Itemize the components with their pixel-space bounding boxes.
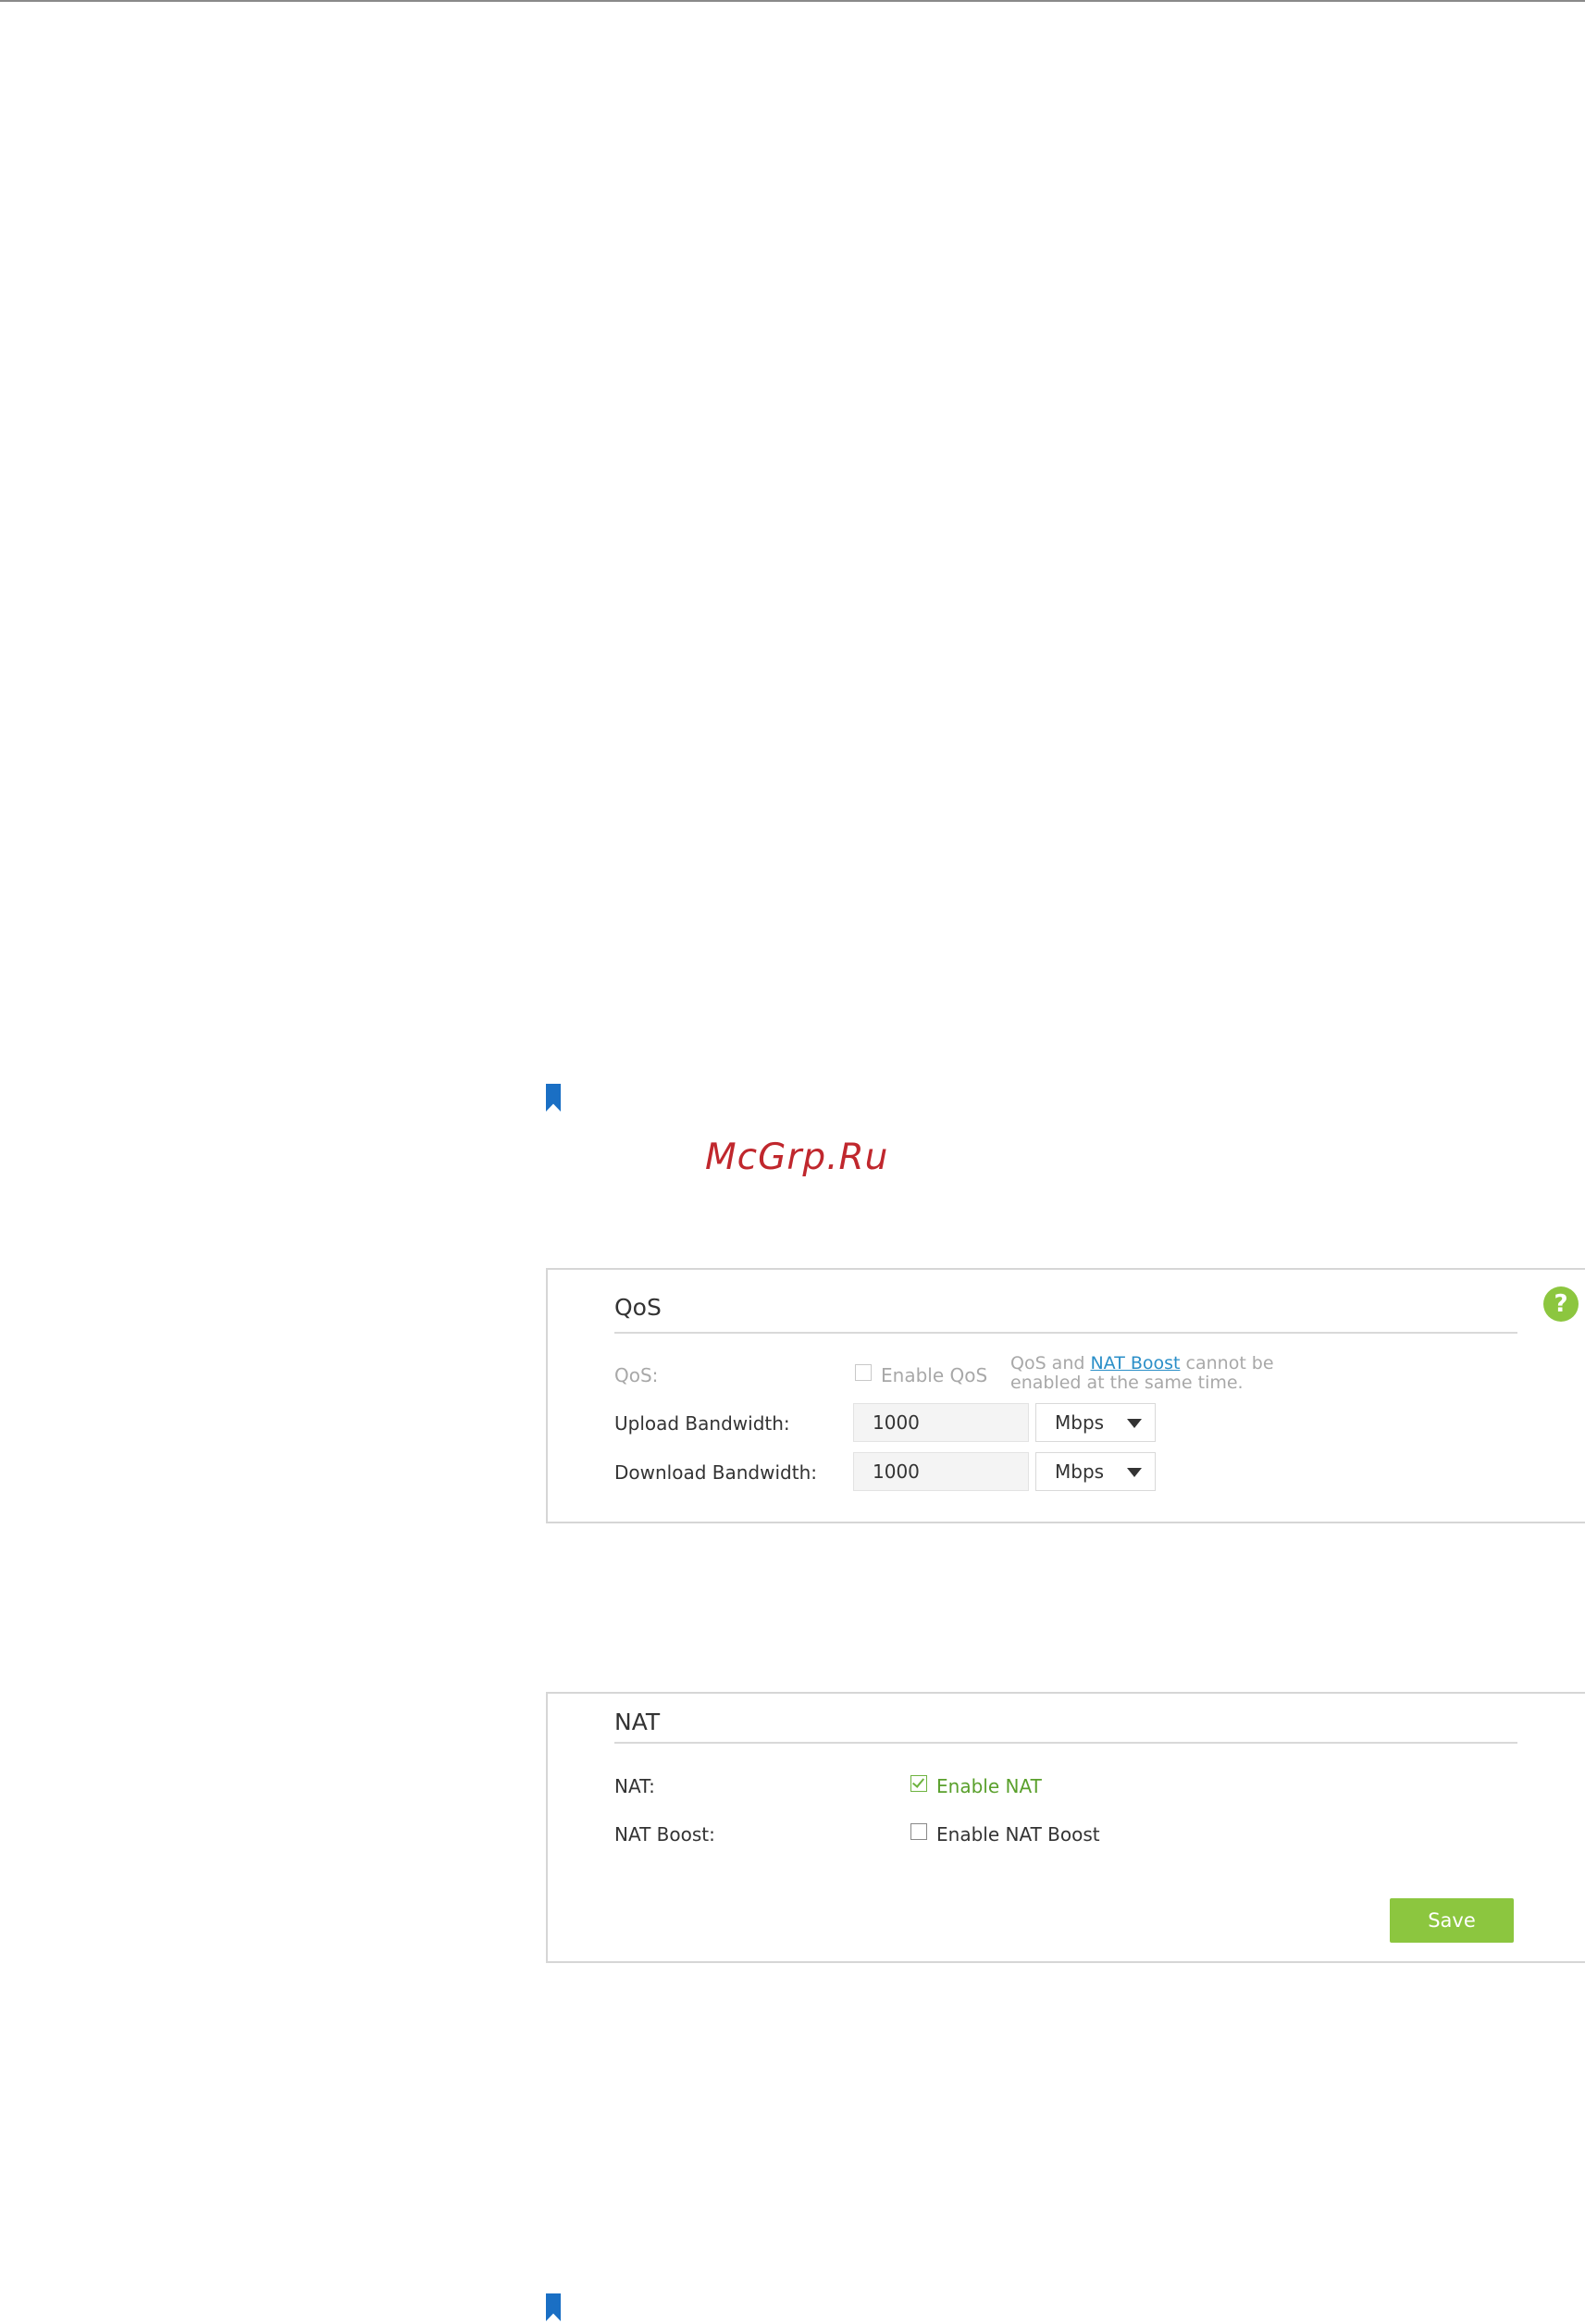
qos-nat-boost-note: QoS and NAT Boost cannot be enabled at t…	[1010, 1354, 1316, 1393]
download-bandwidth-label: Download Bandwidth:	[614, 1461, 817, 1484]
upload-bandwidth-label: Upload Bandwidth:	[614, 1412, 790, 1435]
download-unit-select[interactable]: Mbps	[1035, 1452, 1156, 1491]
watermark: McGrp.Ru	[705, 1137, 889, 1178]
panel-divider	[614, 1332, 1517, 1334]
upload-unit-value: Mbps	[1055, 1411, 1105, 1434]
upload-bandwidth-input[interactable]: 1000	[853, 1403, 1029, 1442]
qos-panel: QoS ? QoS: Enable QoS QoS and NAT Boost …	[546, 1268, 1585, 1523]
nat-boost-link[interactable]: NAT Boost	[1090, 1353, 1180, 1373]
download-bandwidth-input[interactable]: 1000	[853, 1452, 1029, 1491]
top-rule	[0, 0, 1585, 2]
bookmark-icon	[546, 1084, 561, 1112]
panel-divider	[614, 1742, 1517, 1744]
help-icon[interactable]: ?	[1543, 1286, 1579, 1322]
upload-unit-select[interactable]: Mbps	[1035, 1403, 1156, 1442]
nat-panel: NAT NAT: Enable NAT NAT Boost: Enable NA…	[546, 1692, 1585, 1963]
enable-nat-boost-checkbox[interactable]	[910, 1823, 927, 1840]
qos-panel-title: QoS	[614, 1294, 662, 1321]
enable-nat-checkbox[interactable]	[910, 1775, 927, 1792]
chevron-down-icon	[1127, 1419, 1142, 1428]
enable-nat-label[interactable]: Enable NAT	[936, 1775, 1042, 1797]
nat-boost-label: NAT Boost:	[614, 1823, 715, 1846]
qos-label: QoS:	[614, 1364, 659, 1386]
save-button[interactable]: Save	[1390, 1898, 1514, 1943]
enable-nat-boost-label[interactable]: Enable NAT Boost	[936, 1823, 1100, 1846]
download-unit-value: Mbps	[1055, 1460, 1105, 1483]
note-prefix: QoS and	[1010, 1353, 1091, 1373]
nat-label: NAT:	[614, 1775, 655, 1797]
enable-qos-label[interactable]: Enable QoS	[881, 1364, 987, 1386]
enable-qos-checkbox[interactable]	[855, 1364, 872, 1381]
bookmark-icon	[546, 2293, 561, 2321]
chevron-down-icon	[1127, 1468, 1142, 1477]
nat-panel-title: NAT	[614, 1709, 661, 1735]
